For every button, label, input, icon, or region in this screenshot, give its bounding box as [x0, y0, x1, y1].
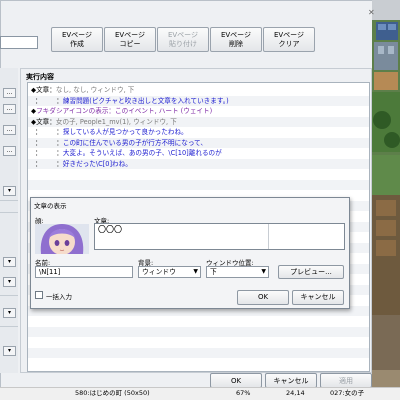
- condition-more-button[interactable]: …: [3, 146, 16, 156]
- ev-page-delete-button[interactable]: EVページ 削除: [210, 27, 262, 52]
- batch-label: 一括入力: [46, 293, 72, 301]
- dialog-cancel-button[interactable]: キャンセル: [292, 290, 344, 305]
- command-text: 探している人が見つかって良かったわね。: [62, 128, 188, 136]
- panel-divider: [0, 295, 18, 296]
- command-head: ：: [56, 149, 63, 157]
- command-text: 大変よ。そういえば、あの男の子、\C[10]離れるのが: [62, 149, 222, 157]
- command-row[interactable]: ◆文章：なし, なし, ウィンドウ, 下: [28, 85, 369, 96]
- condition-more-button[interactable]: …: [3, 125, 16, 135]
- command-row[interactable]: ◆フキダシアイコンの表示：このイベント, ハート (ウェイト): [28, 106, 369, 117]
- command-row[interactable]: [28, 347, 369, 358]
- condition-dropdown-arrow[interactable]: ▾: [3, 186, 16, 196]
- status-map-name: 580:はじめの町 (50x50): [75, 389, 150, 397]
- command-text: 好きだった\C[0]わね。: [62, 159, 132, 168]
- command-text: 女の子, People1_mv(1), ウィンドウ, 下: [55, 117, 177, 126]
- command-row[interactable]: [28, 169, 369, 180]
- ev-page-create-button[interactable]: EVページ 作成: [51, 27, 103, 52]
- command-head: ：: [56, 138, 63, 147]
- close-icon[interactable]: ✕: [368, 8, 375, 17]
- panel-divider: [0, 326, 18, 327]
- text-area[interactable]: [94, 223, 345, 250]
- ok-button[interactable]: OK: [210, 373, 262, 388]
- cancel-button[interactable]: キャンセル: [265, 373, 317, 388]
- command-text: 練習問題(ピクチャと吹き出しと文章を入れていきます。): [62, 96, 229, 105]
- command-head: ：: [56, 128, 63, 136]
- face-portrait-icon: [35, 224, 89, 255]
- text-value: 〇〇〇: [98, 225, 122, 234]
- panel-divider: [0, 212, 18, 213]
- command-head: ：: [56, 96, 63, 105]
- panel-divider: [0, 200, 18, 201]
- ev-page-copy-button[interactable]: EVページ コピー: [104, 27, 156, 52]
- priority-dropdown-arrow[interactable]: ▾: [3, 346, 16, 356]
- command-row[interactable]: ◆文章：女の子, People1_mv(1), ウィンドウ, 下: [28, 116, 369, 127]
- command-row[interactable]: [28, 337, 369, 348]
- command-row[interactable]: ：：好きだった\C[0]わね。: [28, 158, 369, 169]
- option-dropdown-arrow[interactable]: ▾: [3, 257, 16, 267]
- name-input[interactable]: \N[11]: [35, 266, 133, 278]
- background-select[interactable]: ウィンドウ ▼: [138, 266, 201, 278]
- position-value: 下: [210, 268, 217, 276]
- command-row[interactable]: [28, 358, 369, 369]
- event-name-input[interactable]: [0, 36, 38, 49]
- ev-page-paste-button[interactable]: EVページ 貼り付け: [157, 27, 209, 52]
- preview-button[interactable]: プレビュー...: [278, 265, 344, 279]
- chevron-down-icon: ▼: [193, 268, 198, 275]
- trigger-dropdown-arrow[interactable]: ▾: [3, 308, 16, 318]
- command-head: 文章：: [36, 86, 56, 94]
- chevron-down-icon: ▼: [261, 268, 266, 275]
- command-row[interactable]: ：：大変よ。そういえば、あの男の子、\C[10]離れるのが: [28, 148, 369, 159]
- dialog-title: 文章の表示: [34, 202, 67, 210]
- contents-label: 実行内容: [26, 73, 54, 81]
- status-event: 027:女の子: [330, 389, 365, 397]
- command-row[interactable]: [28, 316, 369, 327]
- face-image[interactable]: [35, 224, 89, 255]
- status-zoom: 67%: [236, 389, 251, 397]
- command-text: なし, なし, ウィンドウ, 下: [55, 86, 135, 94]
- command-row[interactable]: ：：練習問題(ピクチャと吹き出しと文章を入れていきます。): [28, 95, 369, 106]
- background-value: ウィンドウ: [142, 268, 176, 276]
- command-row[interactable]: ：：この町に住んでいる男の子が行方不明になって、: [28, 137, 369, 148]
- command-text: このイベント, ハート (ウェイト): [115, 107, 213, 115]
- command-row[interactable]: [28, 326, 369, 337]
- command-row[interactable]: [28, 179, 369, 190]
- command-head: ：: [56, 159, 63, 168]
- text-wrap-guide: [268, 224, 269, 249]
- condition-more-button[interactable]: …: [3, 104, 16, 114]
- map-view[interactable]: [372, 0, 400, 400]
- status-coords: 24,14: [286, 389, 305, 397]
- apply-button[interactable]: 適用: [320, 373, 372, 388]
- map-tiles: [372, 0, 400, 400]
- command-head: 文章：: [36, 117, 56, 126]
- position-select[interactable]: 下 ▼: [206, 266, 269, 278]
- command-head: フキダシアイコンの表示：: [36, 107, 116, 115]
- batch-checkbox[interactable]: [35, 291, 43, 299]
- command-row[interactable]: ：：探している人が見つかって良かったわね。: [28, 127, 369, 138]
- condition-more-button[interactable]: …: [3, 88, 16, 98]
- option-dropdown-arrow[interactable]: ▾: [3, 277, 16, 287]
- ev-page-clear-button[interactable]: EVページ クリア: [263, 27, 315, 52]
- command-text: この町に住んでいる男の子が行方不明になって、: [62, 138, 207, 147]
- dialog-ok-button[interactable]: OK: [237, 290, 289, 305]
